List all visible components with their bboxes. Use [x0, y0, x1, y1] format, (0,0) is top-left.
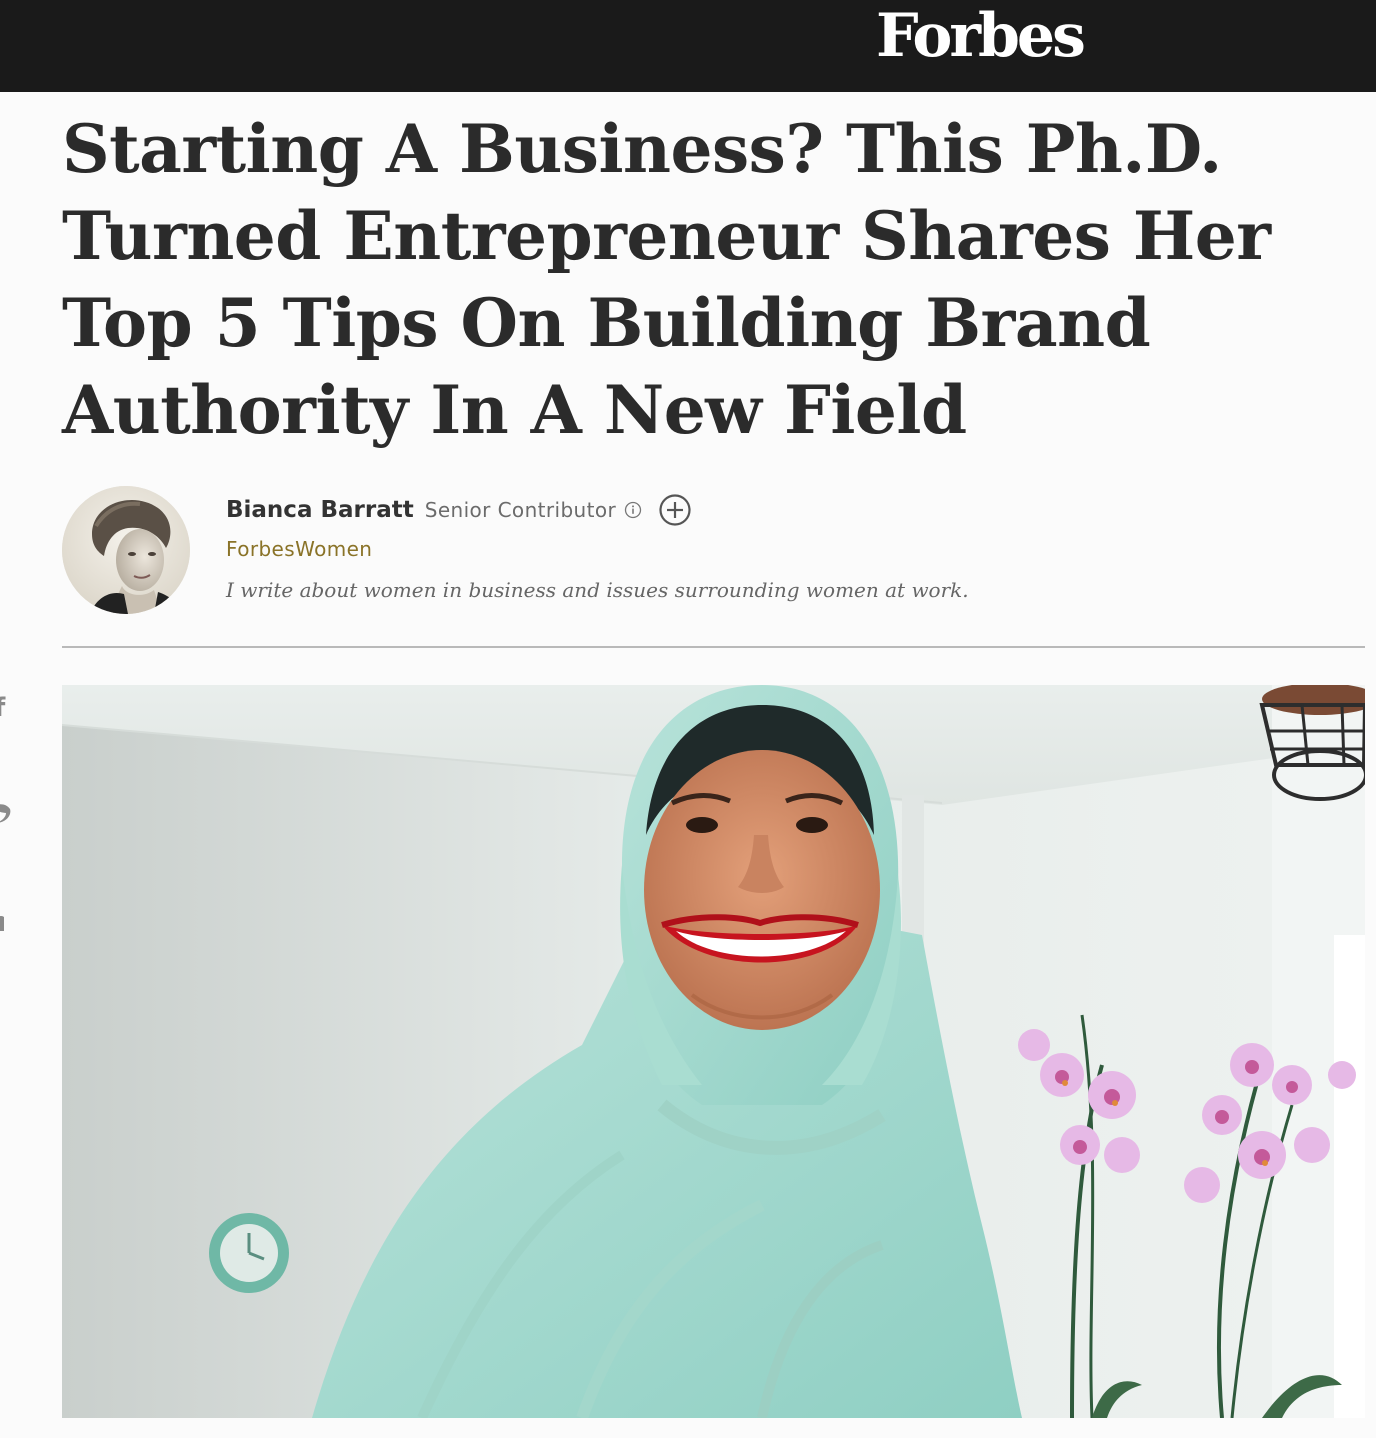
author-role: Senior Contributor — [424, 498, 617, 522]
author-avatar[interactable] — [62, 486, 190, 614]
author-bio: I write about women in business and issu… — [226, 578, 969, 602]
twitter-icon[interactable] — [0, 797, 18, 827]
author-name[interactable]: Bianca Barratt — [226, 497, 414, 523]
page-bottom-edge — [0, 1418, 1376, 1438]
info-circle-icon[interactable] — [624, 501, 642, 519]
hero-photo — [62, 685, 1365, 1418]
avatar-portrait-image — [62, 486, 190, 614]
hero-image — [62, 685, 1365, 1418]
linkedin-icon[interactable] — [0, 905, 18, 935]
top-nav-bar: Forbes — [0, 0, 1376, 92]
channel-link-forbeswomen[interactable]: ForbesWomen — [226, 537, 372, 561]
facebook-icon[interactable]: f — [0, 693, 18, 723]
forbes-logo[interactable]: Forbes — [876, 0, 1086, 80]
article-headline: Starting A Business? This Ph.D. Turned E… — [62, 110, 1271, 449]
author-byline: Bianca Barratt Senior Contributor — [226, 491, 692, 529]
plus-circle-icon[interactable] — [658, 493, 692, 527]
divider — [62, 646, 1365, 648]
